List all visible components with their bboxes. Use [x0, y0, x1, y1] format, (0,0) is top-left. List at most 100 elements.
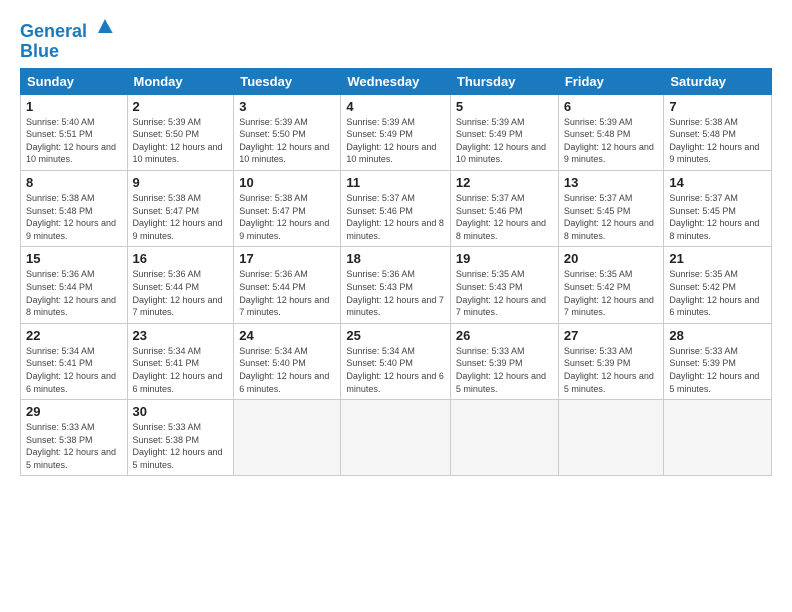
day-number: 24 — [239, 328, 335, 343]
day-info: Sunrise: 5:39 AMSunset: 5:49 PMDaylight:… — [456, 116, 553, 166]
day-info: Sunrise: 5:33 AMSunset: 5:39 PMDaylight:… — [564, 345, 659, 395]
calendar-cell: 19Sunrise: 5:35 AMSunset: 5:43 PMDayligh… — [450, 247, 558, 323]
day-info: Sunrise: 5:35 AMSunset: 5:42 PMDaylight:… — [564, 268, 659, 318]
calendar-cell: 4Sunrise: 5:39 AMSunset: 5:49 PMDaylight… — [341, 94, 451, 170]
weekday-header-row: SundayMondayTuesdayWednesdayThursdayFrid… — [21, 68, 772, 94]
calendar-cell: 24 Sunrise: 5:34 AMSunset: 5:40 PMDayligh… — [234, 323, 341, 399]
logo: General Blue — [20, 22, 116, 62]
day-info: Sunrise: 5:38 AMSunset: 5:48 PMDaylight:… — [26, 192, 122, 242]
calendar-cell: 11Sunrise: 5:37 AMSunset: 5:46 PMDayligh… — [341, 170, 451, 246]
weekday-header-monday: Monday — [127, 68, 234, 94]
weekday-header-thursday: Thursday — [450, 68, 558, 94]
day-number: 6 — [564, 99, 659, 114]
day-number: 19 — [456, 251, 553, 266]
weekday-header-saturday: Saturday — [664, 68, 772, 94]
calendar-cell: 10 Sunrise: 5:38 AMSunset: 5:47 PMDayligh… — [234, 170, 341, 246]
day-info: Sunrise: 5:37 AMSunset: 5:46 PMDaylight:… — [346, 192, 445, 242]
calendar-cell: 15 Sunrise: 5:36 AMSunset: 5:44 PMDayligh… — [21, 247, 128, 323]
day-info: Sunrise: 5:34 AMSunset: 5:41 PMDaylight:… — [133, 345, 229, 395]
day-number: 17 — [239, 251, 335, 266]
day-info: Sunrise: 5:34 AMSunset: 5:40 PMDaylight:… — [346, 345, 445, 395]
day-info: Sunrise: 5:36 AMSunset: 5:43 PMDaylight:… — [346, 268, 445, 318]
day-info: Sunrise: 5:33 AMSunset: 5:39 PMDaylight:… — [456, 345, 553, 395]
calendar-cell: 27 Sunrise: 5:33 AMSunset: 5:39 PMDayligh… — [558, 323, 664, 399]
day-info: Sunrise: 5:33 AMSunset: 5:38 PMDaylight:… — [133, 421, 229, 471]
calendar-cell: 13Sunrise: 5:37 AMSunset: 5:45 PMDayligh… — [558, 170, 664, 246]
calendar-cell: 28 Sunrise: 5:33 AMSunset: 5:39 PMDayligh… — [664, 323, 772, 399]
calendar-cell: 14 Sunrise: 5:37 AMSunset: 5:45 PMDayligh… — [664, 170, 772, 246]
day-number: 10 — [239, 175, 335, 190]
weekday-header-wednesday: Wednesday — [341, 68, 451, 94]
day-info: Sunrise: 5:38 AMSunset: 5:47 PMDaylight:… — [239, 192, 335, 242]
day-info: Sunrise: 5:39 AMSunset: 5:50 PMDaylight:… — [239, 116, 335, 166]
day-info: Sunrise: 5:39 AMSunset: 5:48 PMDaylight:… — [564, 116, 659, 166]
calendar-cell: 9 Sunrise: 5:38 AMSunset: 5:47 PMDaylight… — [127, 170, 234, 246]
calendar-cell: 21 Sunrise: 5:35 AMSunset: 5:42 PMDayligh… — [664, 247, 772, 323]
calendar-week-2: 8 Sunrise: 5:38 AMSunset: 5:48 PMDaylight… — [21, 170, 772, 246]
calendar-cell: 3Sunrise: 5:39 AMSunset: 5:50 PMDaylight… — [234, 94, 341, 170]
calendar-cell: 2 Sunrise: 5:39 AMSunset: 5:50 PMDaylight… — [127, 94, 234, 170]
header: General Blue — [20, 18, 772, 62]
day-info: Sunrise: 5:36 AMSunset: 5:44 PMDaylight:… — [133, 268, 229, 318]
day-number: 23 — [133, 328, 229, 343]
calendar-cell — [558, 400, 664, 476]
day-number: 1 — [26, 99, 122, 114]
day-info: Sunrise: 5:35 AMSunset: 5:42 PMDaylight:… — [669, 268, 766, 318]
calendar-cell: 16 Sunrise: 5:36 AMSunset: 5:44 PMDayligh… — [127, 247, 234, 323]
weekday-header-tuesday: Tuesday — [234, 68, 341, 94]
calendar-cell — [450, 400, 558, 476]
calendar-cell — [664, 400, 772, 476]
day-number: 22 — [26, 328, 122, 343]
day-info: Sunrise: 5:36 AMSunset: 5:44 PMDaylight:… — [26, 268, 122, 318]
day-number: 28 — [669, 328, 766, 343]
day-info: Sunrise: 5:39 AMSunset: 5:50 PMDaylight:… — [133, 116, 229, 166]
day-number: 25 — [346, 328, 445, 343]
calendar-cell: 1 Sunrise: 5:40 AMSunset: 5:51 PMDaylight… — [21, 94, 128, 170]
weekday-header-friday: Friday — [558, 68, 664, 94]
calendar-cell: 23 Sunrise: 5:34 AMSunset: 5:41 PMDayligh… — [127, 323, 234, 399]
calendar-cell: 17Sunrise: 5:36 AMSunset: 5:44 PMDayligh… — [234, 247, 341, 323]
calendar-week-3: 15 Sunrise: 5:36 AMSunset: 5:44 PMDayligh… — [21, 247, 772, 323]
day-info: Sunrise: 5:34 AMSunset: 5:40 PMDaylight:… — [239, 345, 335, 395]
day-info: Sunrise: 5:37 AMSunset: 5:45 PMDaylight:… — [669, 192, 766, 242]
calendar-cell: 6 Sunrise: 5:39 AMSunset: 5:48 PMDaylight… — [558, 94, 664, 170]
day-info: Sunrise: 5:33 AMSunset: 5:39 PMDaylight:… — [669, 345, 766, 395]
calendar-cell: 25 Sunrise: 5:34 AMSunset: 5:40 PMDayligh… — [341, 323, 451, 399]
logo-icon — [94, 15, 116, 37]
day-number: 21 — [669, 251, 766, 266]
day-number: 30 — [133, 404, 229, 419]
day-number: 27 — [564, 328, 659, 343]
day-number: 15 — [26, 251, 122, 266]
calendar-cell: 26Sunrise: 5:33 AMSunset: 5:39 PMDayligh… — [450, 323, 558, 399]
day-number: 14 — [669, 175, 766, 190]
day-number: 7 — [669, 99, 766, 114]
logo-text: General — [20, 22, 116, 42]
day-info: Sunrise: 5:33 AMSunset: 5:38 PMDaylight:… — [26, 421, 122, 471]
day-number: 16 — [133, 251, 229, 266]
calendar-cell: 22Sunrise: 5:34 AMSunset: 5:41 PMDayligh… — [21, 323, 128, 399]
day-info: Sunrise: 5:38 AMSunset: 5:48 PMDaylight:… — [669, 116, 766, 166]
calendar-cell: 12Sunrise: 5:37 AMSunset: 5:46 PMDayligh… — [450, 170, 558, 246]
day-info: Sunrise: 5:38 AMSunset: 5:47 PMDaylight:… — [133, 192, 229, 242]
day-number: 8 — [26, 175, 122, 190]
day-number: 5 — [456, 99, 553, 114]
calendar-cell: 5 Sunrise: 5:39 AMSunset: 5:49 PMDaylight… — [450, 94, 558, 170]
calendar-cell: 7 Sunrise: 5:38 AMSunset: 5:48 PMDaylight… — [664, 94, 772, 170]
day-number: 2 — [133, 99, 229, 114]
day-number: 18 — [346, 251, 445, 266]
day-info: Sunrise: 5:40 AMSunset: 5:51 PMDaylight:… — [26, 116, 122, 166]
calendar-cell: 29Sunrise: 5:33 AMSunset: 5:38 PMDayligh… — [21, 400, 128, 476]
day-number: 9 — [133, 175, 229, 190]
calendar-cell: 20Sunrise: 5:35 AMSunset: 5:42 PMDayligh… — [558, 247, 664, 323]
calendar-cell — [341, 400, 451, 476]
day-number: 4 — [346, 99, 445, 114]
calendar-week-1: 1 Sunrise: 5:40 AMSunset: 5:51 PMDaylight… — [21, 94, 772, 170]
calendar-cell — [234, 400, 341, 476]
page: General Blue SundayMondayTuesdayWednesda… — [0, 0, 792, 486]
day-info: Sunrise: 5:37 AMSunset: 5:45 PMDaylight:… — [564, 192, 659, 242]
calendar-week-4: 22 Sunrise: 5:34 AMSunset: 5:41 PMDayligh… — [21, 323, 772, 399]
logo-blue: Blue — [20, 42, 116, 62]
day-info: Sunrise: 5:37 AMSunset: 5:46 PMDaylight:… — [456, 192, 553, 242]
weekday-header-sunday: Sunday — [21, 68, 128, 94]
calendar-week-5: 29Sunrise: 5:33 AMSunset: 5:38 PMDayligh… — [21, 400, 772, 476]
